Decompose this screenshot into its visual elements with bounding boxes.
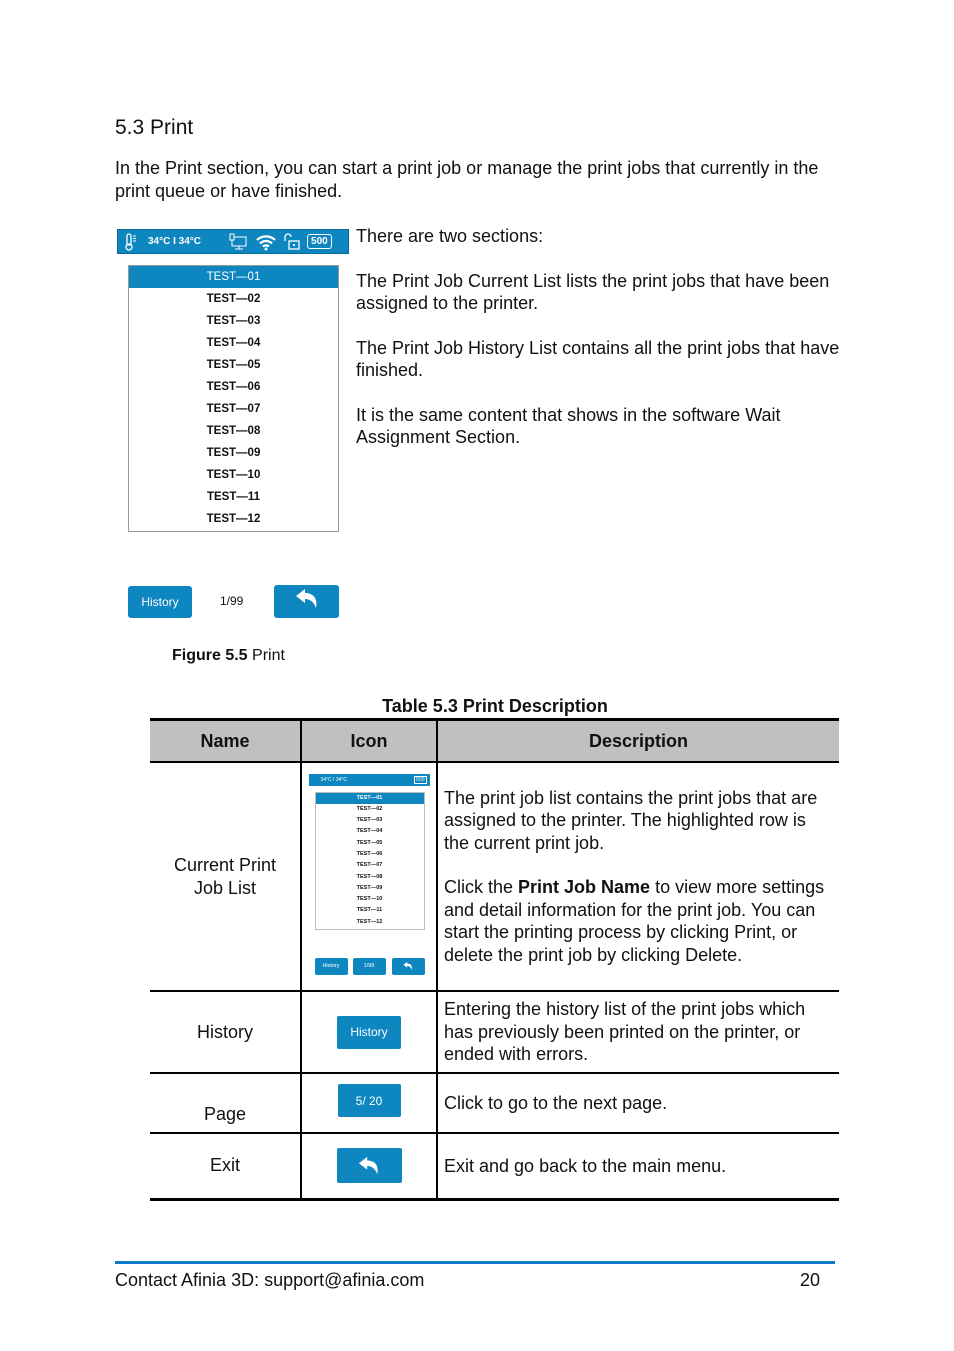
mini-back-button [391,957,425,975]
mini-temperature: 34°C I 34°C [320,776,348,783]
page-number: 20 [800,1270,821,1290]
mini-job-row: TEST—07 [356,862,383,869]
header-description: Description [436,718,839,763]
table-caption: Table 5.3 Print Description [382,696,608,716]
mini-job-row: TEST—05 [356,839,383,846]
job-row[interactable]: TEST—10 [129,464,338,486]
mini-history-button: History [314,957,348,975]
job-row[interactable]: TEST—02 [129,288,338,310]
mini-job-row: TEST—09 [356,884,383,891]
print-job-list: TEST—01 TEST—02 TEST—03 TEST—04 TEST—05 … [128,265,339,532]
table-row: History History Entering the history lis… [150,990,839,1073]
back-button[interactable] [274,585,339,618]
table-header-row: Name Icon Description [150,718,839,763]
header-icon: Icon [300,718,437,763]
row-icon: History [300,990,437,1073]
figure-label: Figure 5.5 [172,647,248,664]
job-row[interactable]: TEST—07 [129,398,338,420]
job-row[interactable]: TEST—09 [129,442,338,464]
mini-job-row: TEST—11 [356,907,383,914]
header-name: Name [150,718,301,763]
thermometer-icon [124,232,138,251]
history-button-icon: History [337,1015,401,1049]
row-name-line: Job List [193,877,257,898]
network-icon [229,233,249,251]
row-name: Current Print Job List [150,761,301,991]
description-paragraph: The print job list contains the print jo… [444,787,818,853]
desc-text: Click the [444,877,519,898]
exit-button-icon [336,1148,402,1184]
back-arrow-icon [358,1156,378,1174]
mini-job-row: TEST—04 [356,828,383,835]
screen-thumbnail: 34°C I 34°C 500 TEST—01 TEST—02 TEST—03 T… [308,773,430,980]
side-paragraph: It is the same content that shows in the… [356,404,781,448]
row-name: Exit [150,1132,301,1201]
capacity-badge: 500 [307,234,332,249]
intro-paragraph: In the Print section, you can start a pr… [115,158,819,201]
history-button[interactable]: History [128,586,192,618]
temperature-readout: 34°C I 34°C [148,236,202,247]
row-icon: 34°C I 34°C 500 TEST—01 TEST—02 TEST—03 T… [300,761,437,991]
footer-rule [115,1261,835,1264]
page-indicator[interactable]: 1/99 [220,594,243,608]
section-heading: 5.3 Print [115,116,194,139]
desc-bold-text: Print Job Name [518,877,651,898]
side-paragraph: The Print Job History List contains all … [356,337,840,381]
wifi-icon [255,233,277,251]
job-row[interactable]: TEST—06 [129,376,338,398]
job-row[interactable]: TEST—08 [129,420,338,442]
row-description: Click to go to the next page. [436,1072,839,1133]
figure-caption: Figure 5.5 Print [172,647,285,665]
status-bar: 34°C I 34°C 500 [117,229,349,254]
back-arrow-icon [294,587,320,616]
row-name: Page [150,1072,301,1133]
row-name-line: Current Print [173,854,277,875]
row-description: Entering the history list of the print j… [436,990,839,1073]
job-row-selected[interactable]: TEST—01 [129,266,338,288]
job-row[interactable]: TEST—11 [129,486,338,508]
mini-status-bar: 34°C I 34°C 500 [308,773,430,786]
table-row: Exit Exit and go back to the main menu. [150,1132,839,1201]
job-row[interactable]: TEST—03 [129,310,338,332]
figure-title: Print [247,647,285,664]
mini-page-button: 1/99 [352,957,386,975]
page-button-icon: 5/ 20 [337,1084,401,1117]
side-paragraph: There are two sections: [356,226,544,246]
mini-job-row: TEST—03 [356,817,383,824]
back-arrow-icon [403,961,412,970]
mini-job-row: TEST—08 [356,873,383,880]
job-row[interactable]: TEST—05 [129,354,338,376]
table-row: Current Print Job List 34°C I 34°C 500 TE… [150,761,839,991]
row-name: History [150,990,301,1073]
unlock-icon [283,232,301,251]
table-row: Page 5/ 20 Click to go to the next page. [150,1072,839,1133]
side-paragraph: The Print Job Current List lists the pri… [356,270,830,314]
side-description: There are two sections: The Print Job Cu… [356,225,841,471]
row-icon: 5/ 20 [300,1072,437,1133]
job-row[interactable]: TEST—04 [129,332,338,354]
footer-contact: Contact Afinia 3D: support@afinia.com [115,1270,425,1290]
mini-job-row: TEST—12 [356,918,383,925]
mini-job-list: TEST—01 TEST—02 TEST—03 TEST—04 TEST—05 … [314,791,425,930]
mini-badge: 500 [414,775,427,784]
job-row[interactable]: TEST—12 [129,508,338,530]
mini-job-row: TEST—02 [356,805,383,812]
print-description-table: Name Icon Description Current Print Job … [150,718,839,1201]
mini-job-row: TEST—01 [315,792,424,804]
description-paragraph: Click the Print Job Name to view more se… [444,876,833,966]
row-description: Exit and go back to the main menu. [436,1132,839,1201]
mini-job-row: TEST—06 [356,850,383,857]
mini-job-row: TEST—10 [356,896,383,903]
row-icon [300,1132,437,1201]
row-description: The print job list contains the print jo… [436,761,839,991]
